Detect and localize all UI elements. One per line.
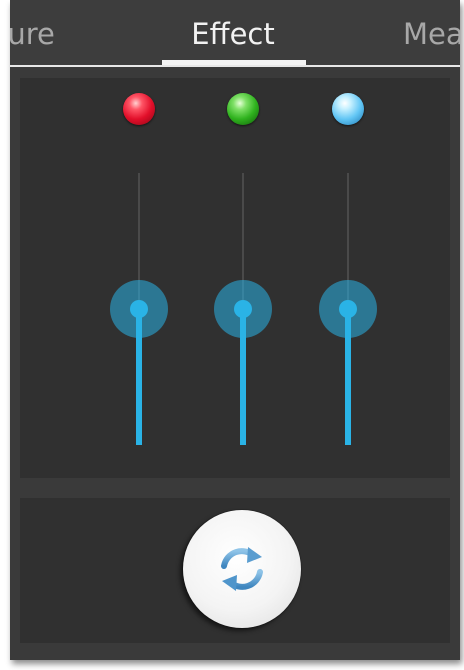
reset-button[interactable] — [183, 510, 301, 628]
green-slider[interactable] — [213, 173, 273, 445]
tab-effect[interactable]: Effect — [160, 16, 306, 52]
green-led-icon — [227, 93, 259, 125]
slider-thumb[interactable] — [339, 300, 357, 318]
rgb-slider-panel — [20, 78, 450, 478]
reset-panel — [20, 498, 450, 643]
refresh-icon — [221, 547, 263, 591]
blue-led-icon — [332, 93, 364, 125]
red-led-icon — [123, 93, 155, 125]
tab-bar: ture Effect Mea — [10, 0, 460, 67]
tab-measure[interactable]: Mea — [403, 16, 460, 52]
blue-slider[interactable] — [318, 173, 378, 445]
tab-texture[interactable]: ture — [10, 16, 55, 52]
red-slider[interactable] — [109, 173, 169, 445]
tab-divider — [10, 65, 460, 67]
slider-thumb[interactable] — [234, 300, 252, 318]
effect-screen: ture Effect Mea — [10, 0, 460, 660]
slider-thumb[interactable] — [130, 300, 148, 318]
